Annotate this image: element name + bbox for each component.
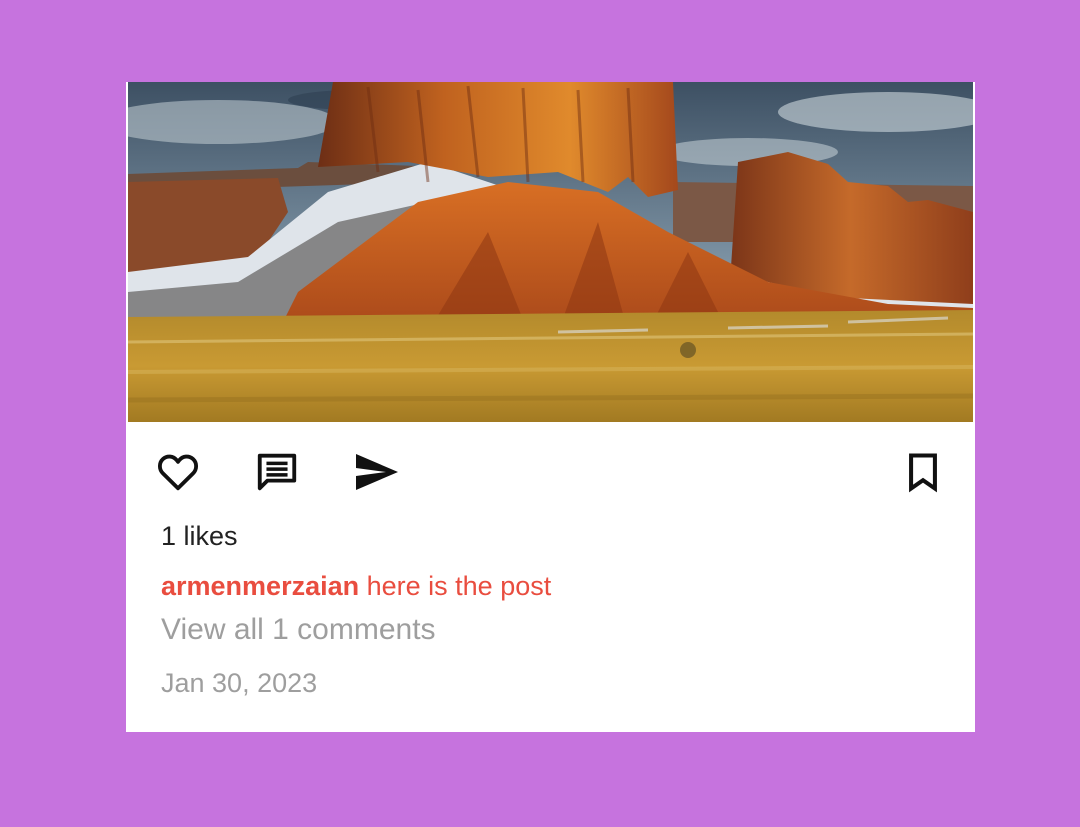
comment-button[interactable] (251, 446, 303, 498)
send-icon (356, 454, 398, 490)
save-button[interactable] (897, 446, 949, 498)
post-card: 1 likes armenmerzaian here is the post V… (126, 82, 975, 732)
heart-outline-icon (157, 454, 199, 491)
comment-icon (257, 453, 297, 491)
caption-username[interactable]: armenmerzaian (161, 571, 359, 601)
bookmark-outline-icon (909, 453, 937, 493)
caption-text: here is the post (366, 571, 552, 601)
post-caption: armenmerzaian here is the post (161, 571, 551, 602)
share-button[interactable] (350, 446, 402, 498)
like-button[interactable] (152, 446, 204, 498)
post-date: Jan 30, 2023 (161, 668, 318, 698)
likes-count[interactable]: 1 likes (161, 521, 238, 552)
view-all-comments-link[interactable]: View all 1 comments (161, 613, 436, 647)
post-image[interactable] (128, 82, 973, 422)
